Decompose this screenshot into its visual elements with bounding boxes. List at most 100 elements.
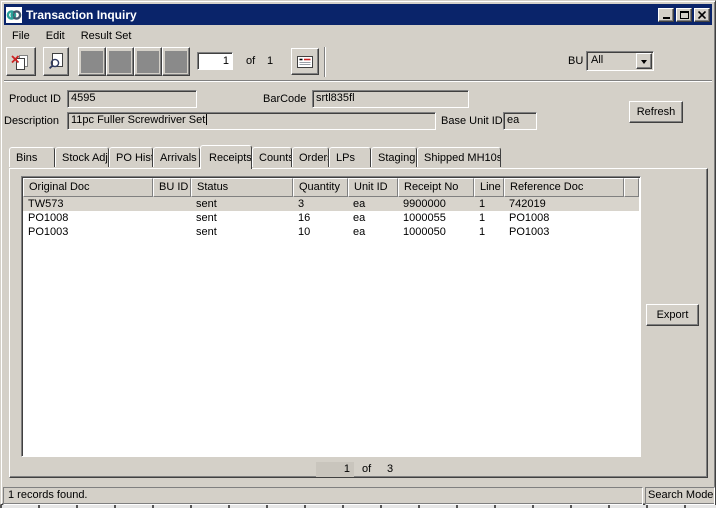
tab-lps[interactable]: LPs: [329, 147, 371, 167]
clear-results-button[interactable]: [6, 47, 36, 76]
export-button[interactable]: Export: [646, 304, 699, 326]
column-header-quantity[interactable]: Quantity: [293, 178, 348, 197]
window-title: Transaction Inquiry: [26, 8, 658, 22]
table-header-row: Original DocBU IDStatusQuantityUnit IDRe…: [23, 178, 639, 197]
blank-icon: [137, 51, 159, 73]
record-number-input[interactable]: [197, 52, 233, 70]
minimize-button[interactable]: [658, 8, 674, 22]
table-cell: [153, 197, 191, 211]
record-total-label: 1: [267, 55, 273, 67]
description-label: Description: [4, 115, 59, 127]
barcode-value: srtl835fl: [316, 92, 355, 104]
table-cell: 1: [474, 211, 504, 225]
tab-po-hist[interactable]: PO Hist: [109, 147, 153, 167]
menu-edit[interactable]: Edit: [38, 28, 73, 44]
maximize-icon: [680, 11, 689, 19]
bu-label: BU: [568, 55, 583, 67]
table-cell: 1000050: [398, 225, 474, 239]
column-header-line[interactable]: Line: [474, 178, 504, 197]
table-cell: ea: [348, 197, 398, 211]
tab-staging[interactable]: Staging: [371, 147, 417, 167]
nav-next-button[interactable]: [134, 47, 162, 76]
description-value: 11pc Fuller Screwdriver Set: [71, 114, 205, 126]
tab-label: Arrivals: [160, 152, 197, 164]
tab-strip: BinsStock AdjPO Hist Arrivals Receipts Coun…: [9, 145, 501, 169]
table-row[interactable]: PO1003sent10ea10000501PO1003: [23, 225, 639, 239]
tab-shipped-mh10s[interactable]: Shipped MH10s: [417, 147, 501, 167]
search-button[interactable]: [43, 47, 69, 76]
minimize-icon: [663, 17, 670, 19]
toolbar-divider: [4, 80, 712, 82]
menu-bar: File Edit Result Set: [4, 26, 712, 46]
tab-label: Counts: [259, 152, 292, 164]
table-cell: 10: [293, 225, 348, 239]
app-logo-icon: [6, 7, 22, 23]
column-header-original-doc[interactable]: Original Doc: [23, 178, 153, 197]
tab-receipts[interactable]: Receipts: [200, 145, 252, 169]
tab-bins[interactable]: Bins: [9, 147, 55, 167]
table-cell: PO1008: [23, 211, 153, 225]
refresh-button[interactable]: Refresh: [629, 101, 683, 123]
base-unit-id-field[interactable]: ea: [503, 112, 537, 130]
product-id-label: Product ID: [9, 93, 61, 105]
table-cell: [153, 211, 191, 225]
maximize-button[interactable]: [676, 8, 692, 22]
table-cell: 9900000: [398, 197, 474, 211]
clear-pages-icon: [11, 52, 31, 72]
transaction-inquiry-window: Transaction Inquiry File Edit Result Set: [0, 0, 716, 505]
table-row[interactable]: PO1008sent16ea10000551PO1008: [23, 211, 639, 225]
bu-dropdown[interactable]: All: [586, 51, 654, 71]
table-cell: [153, 225, 191, 239]
table-row[interactable]: TW573sent3ea99000001742019: [23, 197, 639, 211]
detail-form-icon: [296, 53, 314, 71]
tab-stock-adj[interactable]: Stock Adj: [55, 147, 109, 167]
record-of-label: of: [246, 55, 255, 67]
column-header-receipt-no[interactable]: Receipt No: [398, 178, 474, 197]
refresh-button-label: Refresh: [637, 106, 676, 118]
product-id-value: 4595: [71, 92, 95, 104]
detail-view-button[interactable]: [291, 48, 319, 75]
barcode-field[interactable]: srtl835fl: [312, 90, 469, 108]
close-icon: [698, 11, 706, 19]
menu-file[interactable]: File: [4, 28, 38, 44]
barcode-label: BarCode: [263, 93, 306, 105]
table-cell: PO1003: [504, 225, 624, 239]
receipts-table: Original DocBU IDStatusQuantityUnit IDRe…: [21, 176, 641, 457]
status-message: 1 records found.: [3, 487, 643, 505]
column-header-reference-doc[interactable]: Reference Doc: [504, 178, 624, 197]
table-cell: 16: [293, 211, 348, 225]
description-field[interactable]: 11pc Fuller Screwdriver Set: [67, 112, 436, 130]
table-cell: ea: [348, 211, 398, 225]
tab-orders[interactable]: Orders: [292, 147, 329, 167]
base-unit-id-value: ea: [507, 114, 519, 126]
table-cell: sent: [191, 197, 293, 211]
nav-last-button[interactable]: [162, 47, 190, 76]
chevron-down-icon: [641, 60, 647, 67]
tab-arrivals[interactable]: Arrivals: [153, 147, 200, 167]
title-bar[interactable]: Transaction Inquiry: [4, 4, 712, 25]
tab-label: Receipts: [209, 152, 252, 164]
table-cell: 742019: [504, 197, 624, 211]
table-cell: sent: [191, 225, 293, 239]
tab-label: Shipped MH10s: [424, 152, 501, 164]
bu-dropdown-value: All: [591, 54, 603, 66]
screen: Transaction Inquiry File Edit Result Set: [0, 0, 716, 508]
table-cell: PO1003: [23, 225, 153, 239]
menu-result-set[interactable]: Result Set: [73, 28, 140, 44]
tab-counts[interactable]: Counts: [252, 147, 292, 167]
close-button[interactable]: [694, 8, 710, 22]
table-cell: 1: [474, 197, 504, 211]
bu-dropdown-arrow-button[interactable]: [636, 53, 652, 69]
column-header-status[interactable]: Status: [191, 178, 293, 197]
blank-icon: [109, 51, 131, 73]
product-id-field[interactable]: 4595: [67, 90, 197, 108]
nav-prev-button[interactable]: [106, 47, 134, 76]
table-cell: ea: [348, 225, 398, 239]
search-document-icon: [47, 52, 66, 71]
page-of-label: of: [362, 463, 371, 475]
nav-first-button[interactable]: [78, 47, 106, 76]
column-header-unit-id[interactable]: Unit ID: [348, 178, 398, 197]
tab-label: Orders: [299, 152, 329, 164]
table-cell: 3: [293, 197, 348, 211]
column-header-bu-id[interactable]: BU ID: [153, 178, 191, 197]
